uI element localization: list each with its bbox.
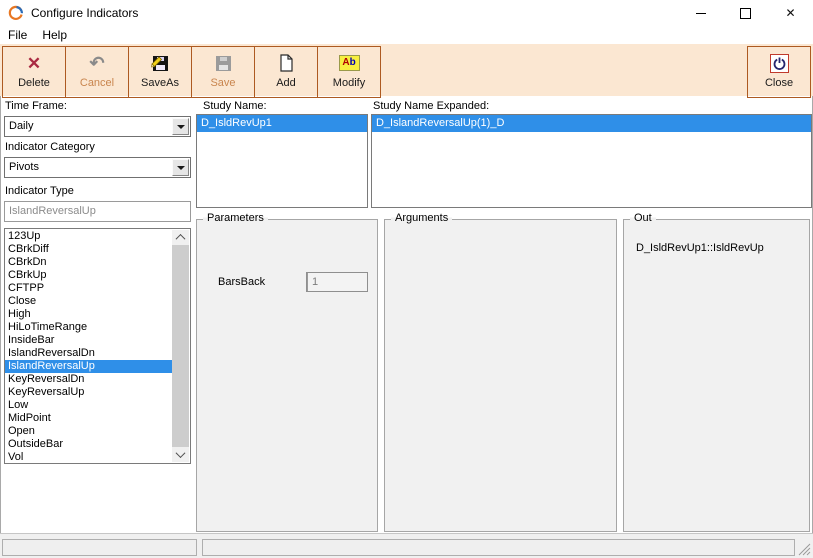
maximize-button[interactable]: [723, 0, 768, 26]
arguments-group-title: Arguments: [391, 212, 452, 224]
title-bar: Configure Indicators ✕: [0, 0, 813, 26]
undo-arrow-icon: ↶: [89, 54, 104, 72]
delete-x-icon: ✕: [27, 55, 41, 72]
list-item[interactable]: OutsideBar: [5, 438, 173, 451]
time-frame-dropdown[interactable]: Daily: [4, 116, 191, 137]
list-item[interactable]: CFTPP: [5, 282, 173, 295]
cancel-button[interactable]: ↶ Cancel: [65, 46, 129, 98]
toolbar-button-group: ✕ Delete ↶ Cancel SaveAs: [2, 46, 381, 98]
list-item[interactable]: D_IsldRevUp1: [197, 115, 367, 132]
power-icon: [770, 54, 789, 73]
study-name-listbox[interactable]: D_IsldRevUp1: [196, 114, 368, 208]
close-label: Close: [765, 77, 793, 89]
study-name-label: Study Name:: [203, 100, 267, 112]
app-logo-icon: [8, 5, 24, 21]
time-frame-dropdown-button[interactable]: [172, 118, 189, 135]
indicator-type-list-items: 123UpCBrkDiffCBrkDnCBrkUpCFTPPCloseHighH…: [5, 230, 173, 464]
maximize-icon: [740, 8, 751, 19]
chevron-down-icon: [176, 448, 186, 458]
arguments-group: Arguments: [384, 219, 617, 532]
list-item[interactable]: CBrkDn: [5, 256, 173, 269]
delete-label: Delete: [18, 77, 50, 89]
toolbar: ✕ Delete ↶ Cancel SaveAs: [0, 44, 813, 96]
out-group: Out D_IsldRevUp1::IsldRevUp: [623, 219, 810, 532]
save-as-button[interactable]: SaveAs: [128, 46, 192, 98]
indicator-type-value: IslandReversalUp: [5, 202, 190, 221]
status-panel-right: [202, 539, 795, 556]
list-item[interactable]: D_IslandReversalUp(1)_D: [372, 115, 811, 132]
close-icon: ✕: [785, 7, 795, 19]
time-frame-label: Time Frame:: [5, 100, 67, 112]
list-item[interactable]: CBrkDiff: [5, 243, 173, 256]
save-as-label: SaveAs: [141, 77, 179, 89]
indicator-category-value: Pivots: [5, 158, 190, 177]
parameters-group-title: Parameters: [203, 212, 268, 224]
status-bar: [0, 533, 813, 558]
window-title: Configure Indicators: [31, 6, 138, 20]
barsback-field[interactable]: 1: [306, 272, 368, 292]
list-item[interactable]: Open: [5, 425, 173, 438]
modify-button[interactable]: Ab Modify: [317, 46, 381, 98]
list-item[interactable]: KeyReversalDn: [5, 373, 173, 386]
study-name-expanded-listbox[interactable]: D_IslandReversalUp(1)_D: [371, 114, 812, 208]
menu-help[interactable]: Help: [42, 28, 67, 42]
indicator-type-listbox[interactable]: 123UpCBrkDiffCBrkDnCBrkUpCFTPPCloseHighH…: [4, 228, 191, 464]
list-item[interactable]: KeyReversalUp: [5, 386, 173, 399]
close-button[interactable]: Close: [747, 46, 811, 98]
close-window-button[interactable]: ✕: [768, 0, 813, 26]
cancel-label: Cancel: [80, 77, 114, 89]
list-item[interactable]: IslandReversalUp: [5, 360, 173, 373]
study-name-list-items: D_IsldRevUp1: [197, 115, 367, 132]
chevron-up-icon: [176, 234, 186, 244]
list-item[interactable]: HiLoTimeRange: [5, 321, 173, 334]
add-button[interactable]: Add: [254, 46, 318, 98]
menu-file[interactable]: File: [8, 28, 27, 42]
indicator-type-field[interactable]: IslandReversalUp: [4, 201, 191, 222]
out-value: D_IsldRevUp1::IsldRevUp: [636, 242, 764, 254]
save-icon: [215, 51, 232, 75]
indicator-list-scrollbar[interactable]: [172, 230, 189, 462]
save-button[interactable]: Save: [191, 46, 255, 98]
list-item[interactable]: 123Up: [5, 230, 173, 243]
parameters-group: Parameters BarsBack 1: [196, 219, 378, 532]
status-panel-left: [2, 539, 197, 556]
study-name-expanded-list-items: D_IslandReversalUp(1)_D: [372, 115, 811, 132]
minimize-button[interactable]: [678, 0, 723, 26]
resize-grip[interactable]: [798, 543, 811, 556]
scrollbar-thumb[interactable]: [172, 245, 189, 447]
barsback-label: BarsBack: [218, 276, 265, 288]
chevron-down-icon: [177, 125, 185, 129]
indicator-type-label: Indicator Type: [5, 185, 74, 197]
menu-bar: File Help: [0, 26, 813, 44]
list-item[interactable]: High: [5, 308, 173, 321]
list-item[interactable]: CBrkUp: [5, 269, 173, 282]
list-item[interactable]: MidPoint: [5, 412, 173, 425]
minimize-icon: [696, 13, 706, 14]
list-item[interactable]: Low: [5, 399, 173, 412]
scroll-up-button[interactable]: [172, 230, 189, 245]
indicator-category-dropdown[interactable]: Pivots: [4, 157, 191, 178]
window-controls: ✕: [678, 0, 813, 26]
configure-indicators-window: Configure Indicators ✕ File Help ✕ Delet…: [0, 0, 813, 558]
modify-ab-icon: Ab: [339, 55, 360, 71]
add-label: Add: [276, 77, 296, 89]
study-name-expanded-label: Study Name Expanded:: [373, 100, 489, 112]
list-item[interactable]: Close: [5, 295, 173, 308]
time-frame-value: Daily: [5, 117, 190, 136]
modify-label: Modify: [333, 77, 365, 89]
indicator-category-dropdown-button[interactable]: [172, 159, 189, 176]
save-as-icon: [151, 51, 170, 75]
barsback-value: 1: [307, 273, 320, 291]
indicator-category-label: Indicator Category: [5, 141, 95, 153]
save-label: Save: [210, 77, 235, 89]
list-item[interactable]: IslandReversalDn: [5, 347, 173, 360]
list-item[interactable]: InsideBar: [5, 334, 173, 347]
list-item[interactable]: Vol: [5, 451, 173, 464]
delete-button[interactable]: ✕ Delete: [2, 46, 66, 98]
out-group-title: Out: [630, 212, 656, 224]
chevron-down-icon: [177, 166, 185, 170]
new-document-icon: [279, 51, 294, 75]
scroll-down-button[interactable]: [172, 447, 189, 462]
